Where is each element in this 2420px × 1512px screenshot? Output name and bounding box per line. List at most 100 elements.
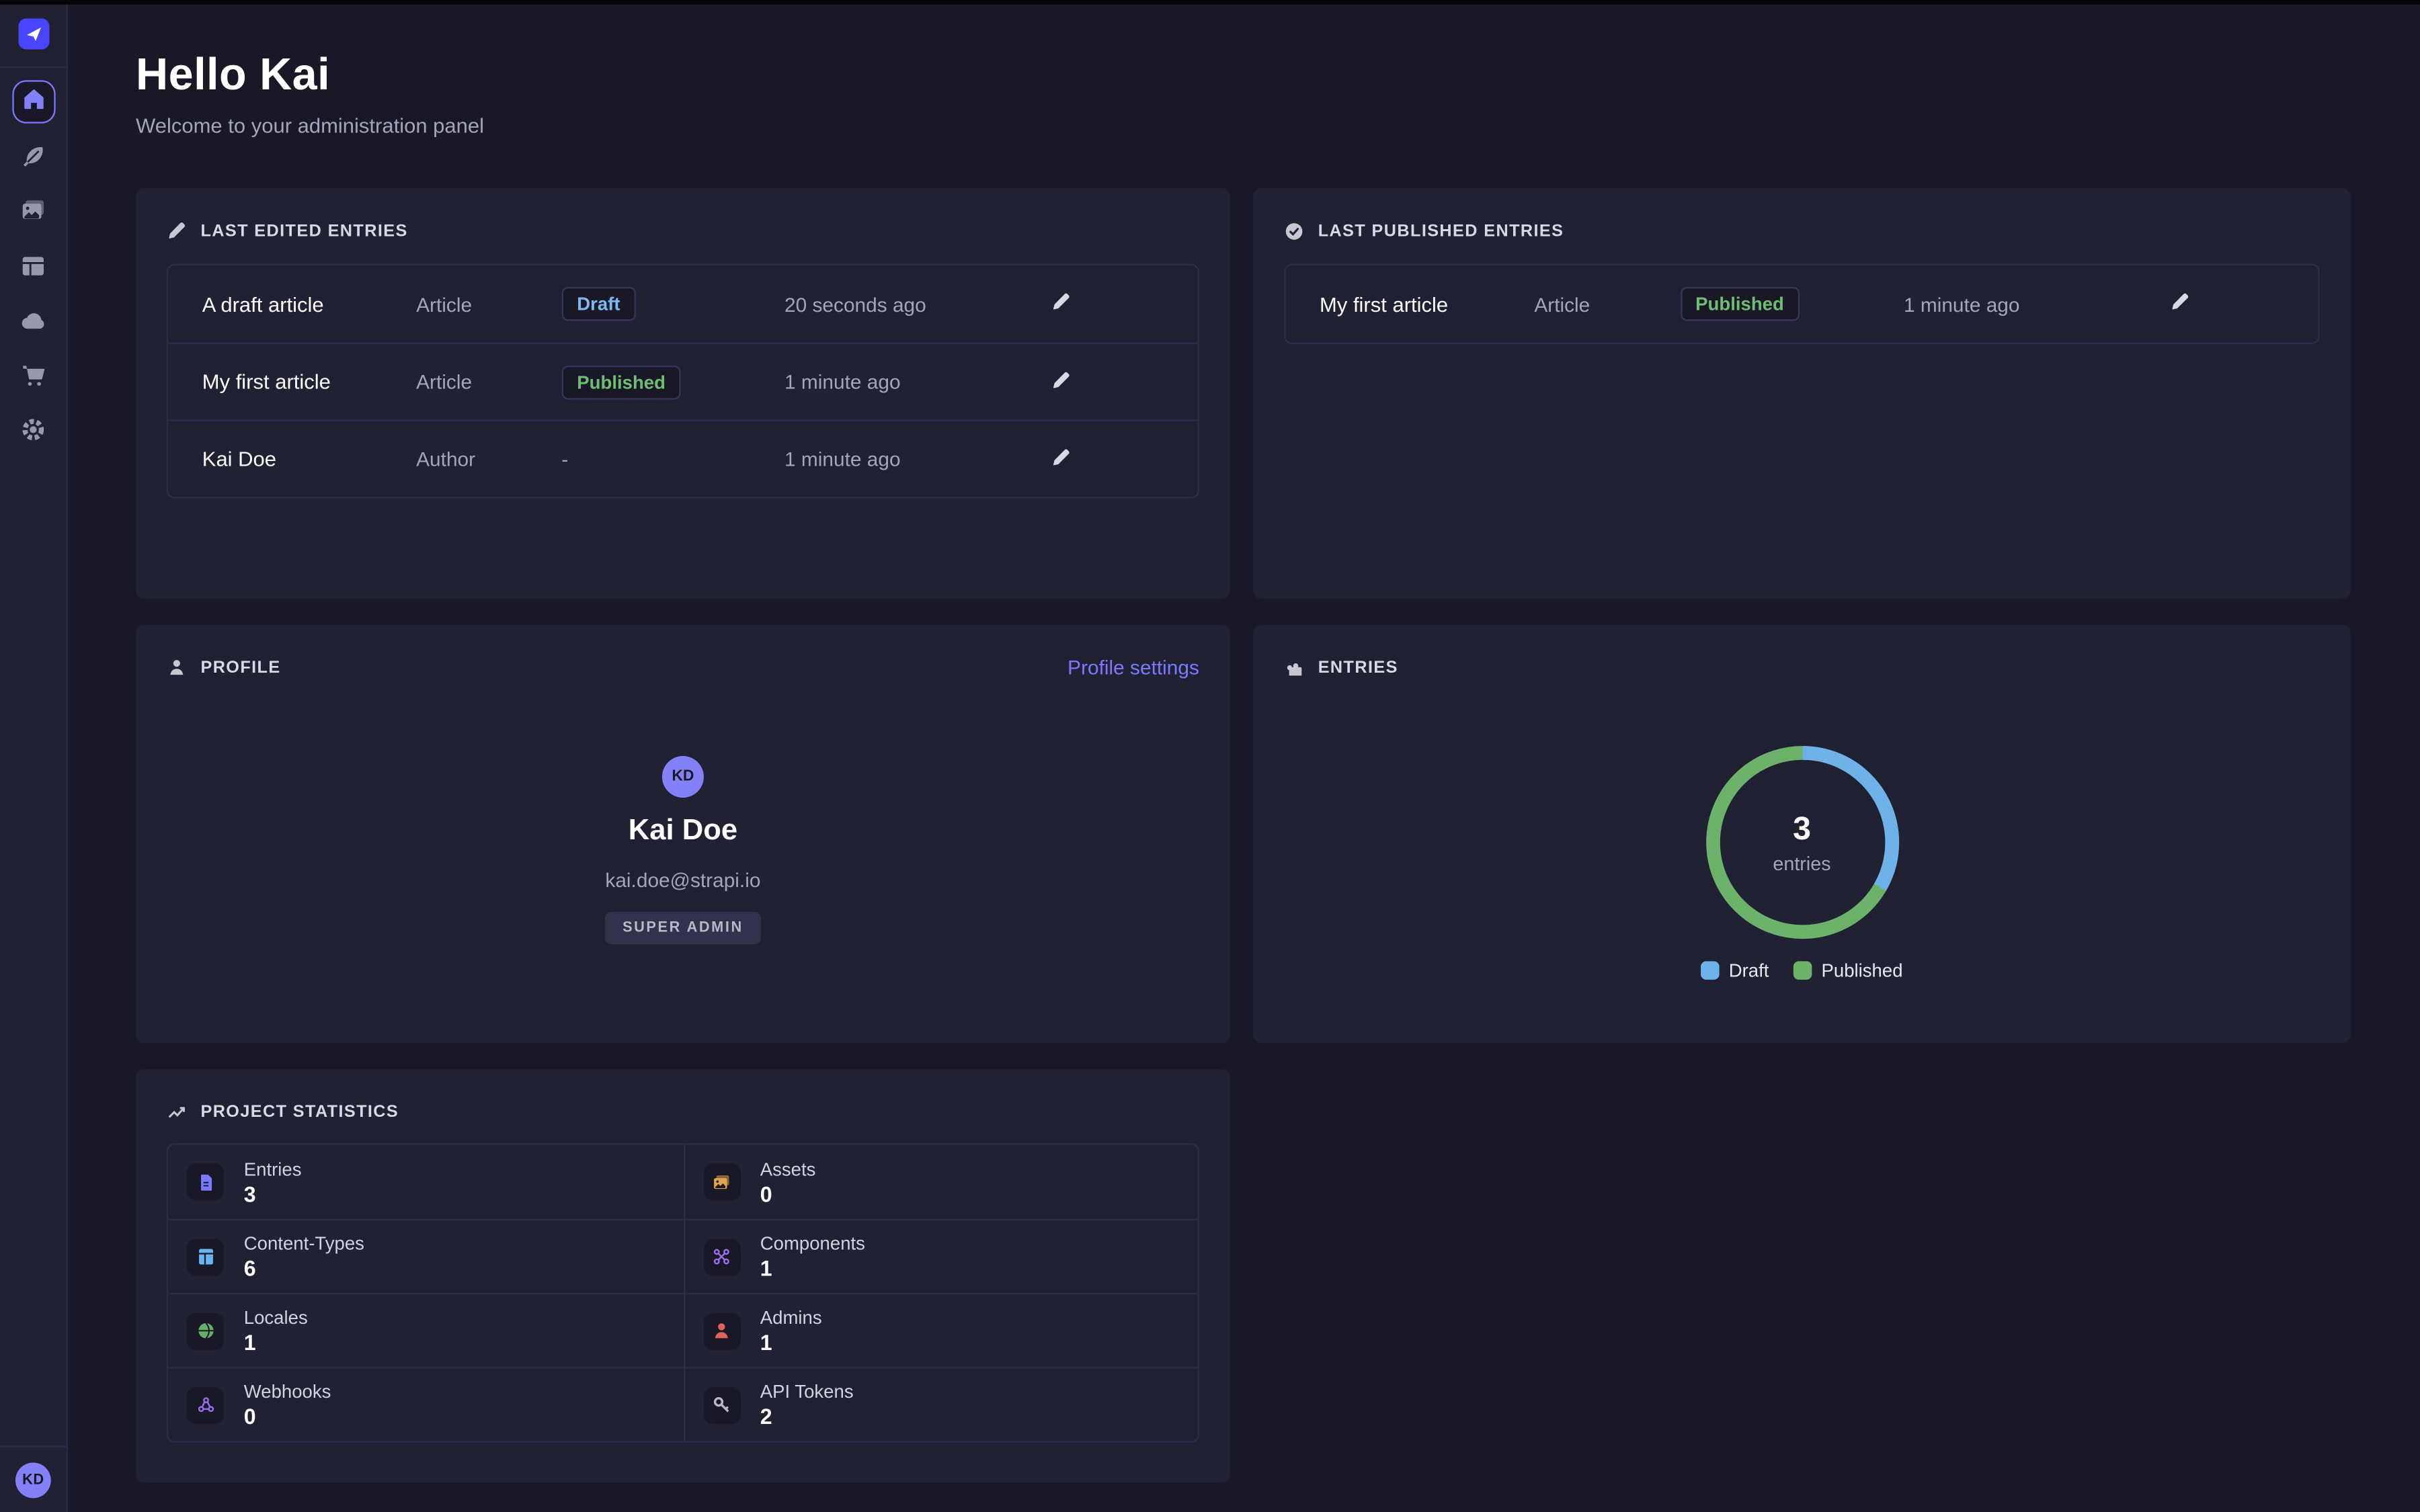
pencil-icon [1051, 292, 1071, 317]
stat-value: 1 [244, 1330, 308, 1355]
stat-value: 1 [760, 1330, 822, 1355]
entries-count: 3 [1793, 811, 1811, 848]
stat-webhooks: Webhooks 0 [168, 1367, 683, 1441]
card-header: LAST EDITED ENTRIES [167, 219, 1199, 242]
stat-value: 0 [760, 1181, 816, 1206]
empty-grid-slot [1253, 1069, 2350, 1482]
last-published-table: My first article Article Published 1 min… [1284, 264, 2320, 344]
stat-value: 1 [760, 1256, 865, 1281]
card-header: PROJECT STATISTICS [167, 1100, 1199, 1123]
pencil-icon [1051, 447, 1071, 472]
puzzle-icon [1284, 657, 1304, 677]
edit-entry-button[interactable] [1048, 292, 1073, 317]
legend-swatch-published [1793, 961, 1812, 980]
stats-grid: Entries 3 Assets 0 [167, 1143, 1199, 1442]
trend-up-icon [167, 1101, 187, 1122]
entry-time: 1 minute ago [784, 370, 1048, 393]
entries-doc-icon [187, 1163, 224, 1200]
sidebar-item-content-manager[interactable] [20, 142, 46, 169]
stat-label: API Tokens [760, 1381, 854, 1402]
page-title: Hello Kai [136, 51, 2351, 102]
last-edited-entries-card: LAST EDITED ENTRIES A draft article Arti… [136, 188, 1230, 599]
components-molecule-icon [703, 1238, 740, 1275]
locales-globe-icon [187, 1312, 224, 1349]
entries-donut-chart: 3 entries Draft Published [1284, 734, 2320, 981]
last-published-entries-card: LAST PUBLISHED ENTRIES My first article … [1253, 188, 2350, 599]
stat-label: Admins [760, 1307, 822, 1329]
sidebar-item-cloud[interactable] [20, 307, 46, 333]
card-title: ENTRIES [1318, 658, 1398, 677]
table-row[interactable]: A draft article Article Draft 20 seconds… [168, 265, 1197, 343]
sidebar-item-media-library[interactable] [20, 198, 46, 224]
legend-swatch-draft [1701, 961, 1720, 980]
sidebar-item-home[interactable] [11, 80, 54, 123]
sidebar-item-settings[interactable] [20, 417, 46, 443]
media-library-icon [20, 198, 46, 224]
project-statistics-card: PROJECT STATISTICS Entries 3 [136, 1069, 1230, 1482]
stat-label: Entries [244, 1158, 302, 1179]
stat-content-types: Content-Types 6 [168, 1219, 683, 1293]
sidebar-footer: KD [0, 1445, 67, 1512]
user-avatar[interactable]: KD [15, 1462, 51, 1497]
stat-label: Webhooks [244, 1381, 331, 1402]
entries-chart-card: ENTRIES 3 entries [1253, 625, 2350, 1043]
edit-entry-button[interactable] [2169, 292, 2193, 317]
sidebar-logo-box [0, 0, 67, 68]
entry-name: My first article [1320, 292, 1534, 315]
legend-label: Published [1822, 960, 1903, 981]
main-content: Hello Kai Welcome to your administration… [68, 0, 2420, 1512]
sidebar: KD [0, 0, 68, 1512]
strapi-logo-icon [17, 17, 48, 48]
content-types-layout-icon [187, 1238, 224, 1275]
stat-label: Content-Types [244, 1232, 364, 1254]
donut: 3 entries [1694, 734, 1910, 950]
profile-avatar: KD [662, 756, 704, 798]
entry-name: My first article [202, 370, 416, 393]
stat-locales: Locales 1 [168, 1293, 683, 1367]
shopping-cart-icon [20, 362, 46, 388]
stat-value: 6 [244, 1256, 364, 1281]
card-title: LAST PUBLISHED ENTRIES [1318, 221, 1564, 240]
profile-email: kai.doe@strapi.io [605, 869, 760, 892]
profile-settings-link[interactable]: Profile settings [1067, 656, 1199, 679]
card-title: LAST EDITED ENTRIES [200, 221, 407, 240]
entry-time: 1 minute ago [1904, 292, 2169, 315]
webhooks-knot-icon [187, 1386, 224, 1423]
stat-value: 0 [244, 1404, 331, 1429]
edit-entry-button[interactable] [1048, 370, 1073, 394]
stat-label: Components [760, 1232, 865, 1254]
entry-type: Article [1534, 292, 1680, 315]
sidebar-item-marketplace[interactable] [20, 362, 46, 388]
card-header: LAST PUBLISHED ENTRIES [1284, 219, 2320, 242]
stat-assets: Assets 0 [683, 1145, 1198, 1219]
assets-image-icon [703, 1163, 740, 1200]
stat-value: 3 [244, 1181, 302, 1206]
stat-label: Locales [244, 1307, 308, 1329]
sidebar-nav [0, 68, 67, 1445]
entry-name: Kai Doe [202, 448, 416, 470]
table-row[interactable]: My first article Article Published 1 min… [1285, 265, 2318, 343]
legend-item-draft: Draft [1701, 960, 1769, 981]
pencil-icon [167, 220, 187, 241]
stat-components: Components 1 [683, 1219, 1198, 1293]
chart-legend: Draft Published [1701, 960, 1902, 981]
feather-icon [20, 142, 46, 169]
donut-center: 3 entries [1694, 734, 1910, 950]
status-badge: Published [1680, 287, 1800, 321]
card-title: PROFILE [200, 658, 280, 677]
profile-card: PROFILE Profile settings KD Kai Doe kai.… [136, 625, 1230, 1043]
entry-time: 20 seconds ago [784, 292, 1048, 315]
table-row[interactable]: My first article Article Published 1 min… [168, 343, 1197, 420]
table-row[interactable]: Kai Doe Author - 1 minute ago [168, 419, 1197, 497]
entry-type: Article [416, 292, 561, 315]
gear-icon [20, 417, 46, 443]
legend-item-published: Published [1793, 960, 1902, 981]
entry-type: Author [416, 448, 561, 470]
sidebar-item-content-type-builder[interactable] [20, 252, 46, 278]
role-badge: SUPER ADMIN [606, 912, 760, 944]
card-title: PROJECT STATISTICS [200, 1102, 399, 1121]
edit-entry-button[interactable] [1048, 447, 1073, 472]
home-icon [21, 85, 46, 118]
last-edited-table: A draft article Article Draft 20 seconds… [167, 264, 1199, 499]
pencil-icon [2171, 292, 2191, 317]
